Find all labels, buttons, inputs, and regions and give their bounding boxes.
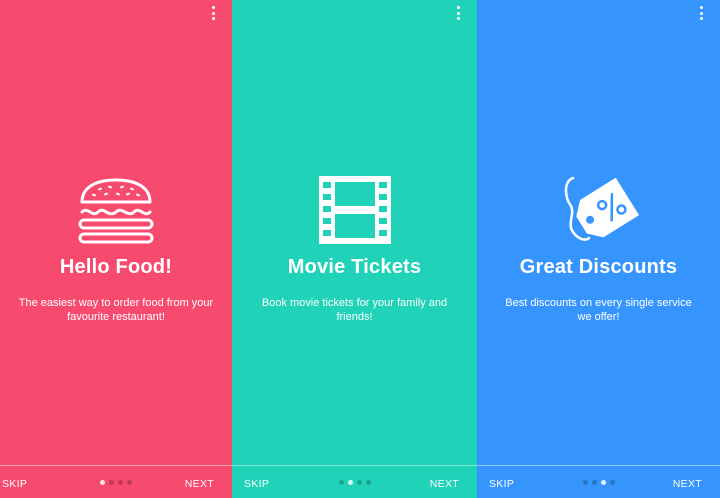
next-button[interactable]: NEXT — [185, 478, 214, 490]
film-strip-icon — [318, 176, 391, 244]
skip-button[interactable]: SKIP — [2, 478, 27, 490]
skip-button[interactable]: SKIP — [244, 478, 269, 490]
screen-title: Hello Food! — [59, 256, 173, 278]
page-dot-2[interactable] — [347, 480, 353, 485]
overflow-menu-icon[interactable] — [210, 6, 216, 20]
page-indicator — [100, 480, 132, 485]
page-dot-3[interactable] — [356, 480, 362, 485]
page-dot-3[interactable] — [118, 480, 123, 485]
screen-title: Great Discounts — [519, 256, 678, 278]
page-dot-4[interactable] — [609, 480, 615, 485]
next-button[interactable]: NEXT — [673, 478, 702, 490]
overflow-menu-icon[interactable] — [455, 6, 461, 20]
onboarding-screen-discounts: Great Discounts Best discounts on every … — [477, 0, 720, 498]
page-dot-1[interactable] — [100, 480, 105, 485]
onboarding-screen-food: Hello Food! The easiest way to order foo… — [0, 0, 232, 498]
onboarding-screens: Hello Food! The easiest way to order foo… — [0, 0, 720, 498]
page-dot-3[interactable] — [600, 480, 606, 485]
screen-title: Movie Tickets — [287, 256, 422, 278]
page-dot-1[interactable] — [582, 480, 588, 485]
page-dot-2[interactable] — [591, 480, 597, 485]
skip-button[interactable]: SKIP — [489, 478, 514, 490]
page-indicator — [582, 480, 615, 485]
burger-icon — [78, 178, 154, 244]
screen-description: Book movie tickets for your family and f… — [261, 297, 448, 323]
bottom-nav-bar: SKIP NEXT — [232, 465, 477, 498]
onboarding-screen-movie: Movie Tickets Book movie tickets for you… — [232, 0, 477, 498]
page-indicator — [338, 480, 371, 485]
screen-description: The easiest way to order food from your … — [18, 297, 214, 323]
bottom-nav-bar: SKIP NEXT — [477, 465, 720, 498]
next-button[interactable]: NEXT — [430, 478, 459, 490]
page-dot-4[interactable] — [127, 480, 132, 485]
overflow-menu-icon[interactable] — [698, 6, 704, 20]
page-dot-4[interactable] — [365, 480, 371, 485]
screen-description: Best discounts on every single service w… — [505, 297, 692, 323]
page-dot-1[interactable] — [338, 480, 344, 485]
discount-tag-icon — [564, 176, 639, 241]
bottom-nav-bar: SKIP NEXT — [0, 465, 232, 498]
page-dot-2[interactable] — [109, 480, 114, 485]
